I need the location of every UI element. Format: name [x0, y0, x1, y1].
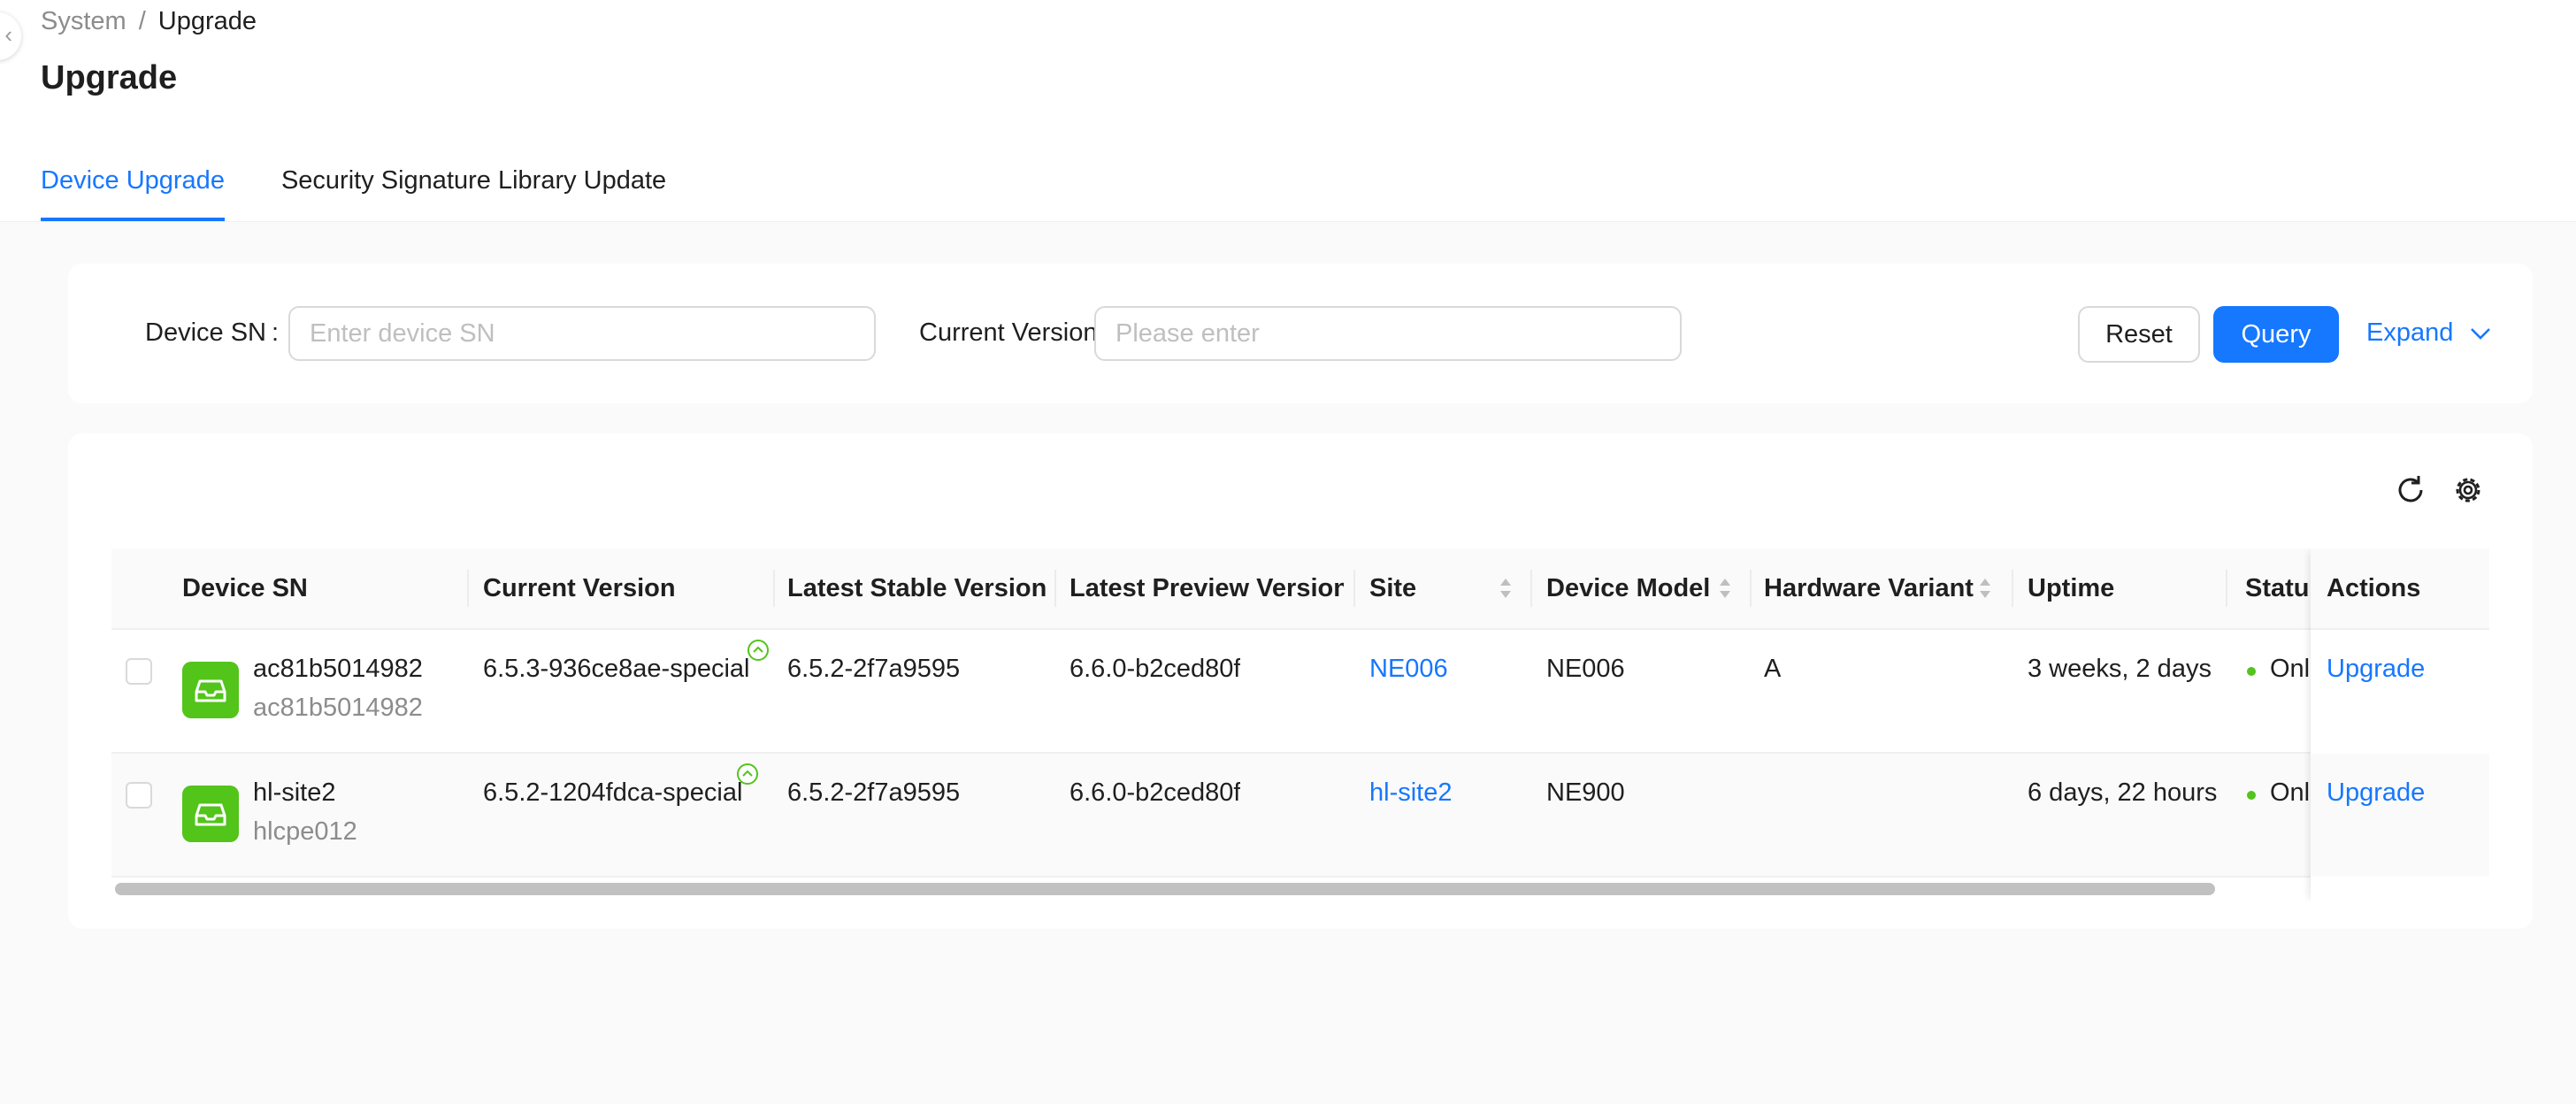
device-table: Device SN Current Version Latest Stable …: [111, 548, 2489, 902]
column-header-latest-stable-version: Latest Stable Version: [787, 574, 1047, 602]
latest-preview-version-cell: 6.6.0-b2ced80f: [1070, 655, 1241, 683]
upgrade-available-icon: [737, 763, 758, 785]
expand-label: Expand: [2366, 318, 2454, 347]
latest-stable-version-cell: 6.5.2-2f7a9595: [787, 778, 961, 807]
column-separator: [773, 570, 775, 607]
device-name: hl-site2: [253, 778, 336, 807]
site-link[interactable]: NE006: [1369, 651, 1448, 686]
column-separator: [1530, 570, 1532, 607]
uptime-cell: 3 weeks, 2 days: [2028, 655, 2212, 683]
column-header-current-version: Current Version: [483, 574, 676, 602]
current-version-cell: 6.5.3-936ce8ae-special: [483, 655, 750, 683]
status-online-dot: [2247, 667, 2256, 676]
table-row: ac81b5014982 ac81b5014982 6.5.3-936ce8ae…: [111, 630, 2489, 754]
column-header-site[interactable]: Site: [1369, 548, 1476, 628]
device-model-cell: NE900: [1546, 778, 1625, 807]
upgrade-link[interactable]: Upgrade: [2327, 775, 2425, 810]
current-version-input[interactable]: [1094, 306, 1682, 361]
sort-icon[interactable]: [1499, 575, 1513, 602]
tab-divider: [0, 221, 2576, 222]
horizontal-scrollbar-thumb[interactable]: [115, 883, 2215, 895]
uptime-cell: 6 days, 22 hours: [2028, 778, 2218, 807]
device-sn-input[interactable]: [288, 306, 876, 361]
column-separator: [1750, 570, 1752, 607]
column-separator: [2012, 570, 2013, 607]
column-separator: [2226, 570, 2227, 607]
row-checkbox[interactable]: [126, 782, 152, 809]
device-sn: hlcpe012: [253, 817, 357, 846]
inbox-icon: [195, 679, 226, 702]
settings-icon[interactable]: [2450, 472, 2486, 508]
column-header-latest-preview-version: Latest Preview Version: [1070, 574, 1344, 602]
status-text: Online: [2270, 778, 2309, 807]
breadcrumb: System / Upgrade: [41, 5, 257, 37]
horizontal-scrollbar[interactable]: [111, 883, 2489, 897]
expand-button[interactable]: Expand: [2366, 315, 2492, 350]
column-header-hardware-variant[interactable]: Hardware Variant: [1764, 548, 1985, 628]
row-checkbox[interactable]: [126, 658, 152, 685]
latest-stable-version-cell: 6.5.2-2f7a9595: [787, 655, 961, 683]
upgrade-available-icon: [748, 640, 769, 661]
column-separator: [1054, 570, 1056, 607]
current-version-cell: 6.5.2-1204fdca-special: [483, 778, 743, 807]
tab-security-signature-library-update[interactable]: Security Signature Library Update: [281, 161, 666, 221]
status-online-dot: [2247, 791, 2256, 800]
hardware-variant-cell: A: [1764, 655, 1782, 683]
actions-column: Actions Upgrade Upgrade: [2311, 548, 2489, 902]
breadcrumb-separator: /: [138, 7, 146, 35]
status-text: Online: [2270, 655, 2309, 683]
actions-row-bg: [2311, 754, 2489, 876]
chevron-left-icon: ‹: [4, 21, 12, 48]
column-header-actions: Actions: [2327, 574, 2421, 602]
column-separator: [1353, 570, 1355, 607]
query-button[interactable]: Query: [2213, 306, 2339, 363]
breadcrumb-system-link[interactable]: System: [41, 7, 126, 35]
column-header-uptime: Uptime: [2028, 574, 2115, 602]
inbox-icon: [195, 803, 226, 826]
refresh-icon[interactable]: [2393, 472, 2428, 508]
column-header-device-sn: Device SN: [182, 574, 308, 602]
chevron-down-icon: [2471, 328, 2491, 341]
column-separator: [467, 570, 469, 607]
column-header-device-model[interactable]: Device Model: [1546, 548, 1714, 628]
current-version-label: Current Version: [919, 318, 1098, 347]
tab-device-upgrade[interactable]: Device Upgrade: [41, 161, 225, 221]
sort-icon[interactable]: [1718, 575, 1732, 602]
page-title: Upgrade: [41, 59, 178, 96]
upgrade-link[interactable]: Upgrade: [2327, 651, 2425, 686]
device-sn: ac81b5014982: [253, 694, 423, 722]
site-link[interactable]: hl-site2: [1369, 775, 1453, 810]
reset-button[interactable]: Reset: [2078, 306, 2200, 363]
filter-panel: Device SN: Current Version Reset Query E…: [68, 264, 2533, 403]
tab-bar: Device Upgrade Security Signature Librar…: [41, 161, 666, 221]
device-sn-label-colon: :: [272, 318, 280, 347]
device-name: ac81b5014982: [253, 655, 423, 683]
device-icon: [182, 662, 239, 718]
breadcrumb-current: Upgrade: [157, 7, 257, 35]
latest-preview-version-cell: 6.6.0-b2ced80f: [1070, 778, 1241, 807]
device-sn-label-text: Device SN: [145, 318, 266, 347]
sort-icon[interactable]: [1978, 575, 1992, 602]
device-model-cell: NE006: [1546, 655, 1625, 683]
table-header: Device SN Current Version Latest Stable …: [111, 548, 2489, 630]
table-row: hl-site2 hlcpe012 6.5.2-1204fdca-special…: [111, 754, 2489, 878]
device-sn-label: Device SN:: [145, 315, 279, 350]
device-icon: [182, 786, 239, 842]
column-header-status: Status: [2245, 574, 2309, 602]
